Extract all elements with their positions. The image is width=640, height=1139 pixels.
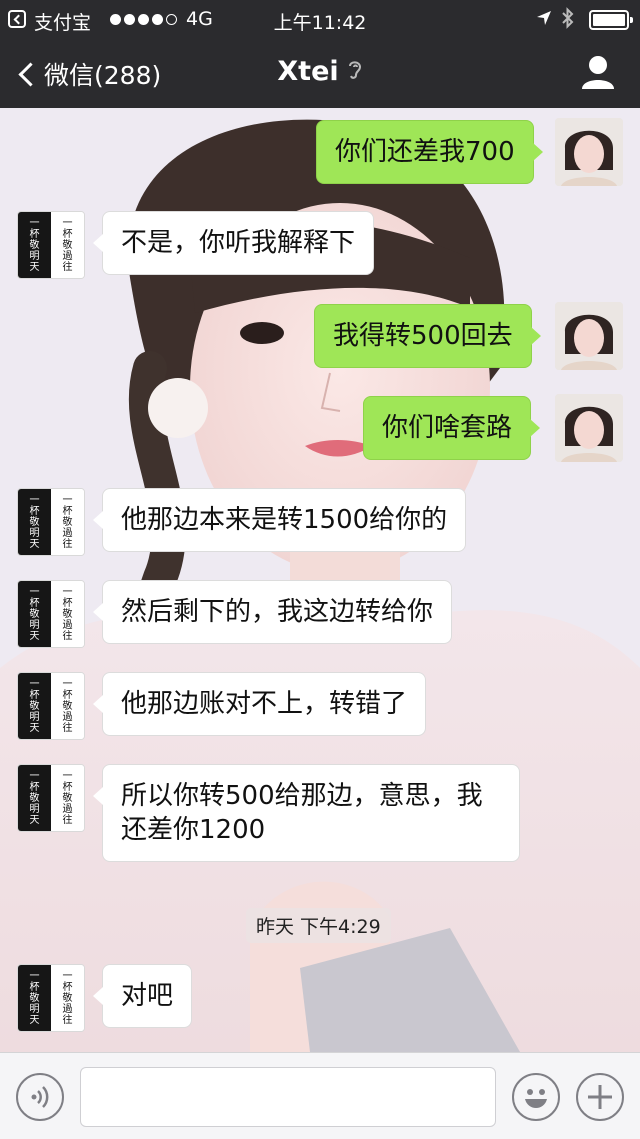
bluetooth-icon [561, 7, 575, 34]
avatar-calligraphy-dark: 一杯敬明天 [18, 673, 51, 739]
self-avatar-photo [555, 302, 623, 370]
status-bar: 支付宝 4G 上午11:42 [0, 0, 640, 40]
message-timestamp: 昨天 下午4:29 [246, 908, 391, 943]
contact-avatar[interactable]: 一杯敬明天 一杯敬過往 [17, 672, 85, 740]
plus-icon [588, 1085, 612, 1109]
my-avatar[interactable] [555, 302, 623, 370]
contact-avatar[interactable]: 一杯敬明天 一杯敬過往 [17, 580, 85, 648]
contact-avatar[interactable]: 一杯敬明天 一杯敬過往 [17, 488, 85, 556]
chat-area[interactable]: 你们还差我700 一杯敬明天 一杯敬過往 不是，你听我解释下 我得转500回去 … [0, 108, 640, 1052]
message-bubble-outgoing[interactable]: 你们还差我700 [316, 120, 543, 184]
avatar-calligraphy-light: 一杯敬過往 [51, 581, 84, 647]
voice-icon [31, 1086, 49, 1108]
battery-icon [589, 10, 633, 30]
message-bubble-incoming[interactable]: 然后剩下的，我这边转给你 [92, 580, 453, 644]
message-bubble-incoming[interactable]: 他那边本来是转1500给你的 [92, 488, 467, 552]
my-avatar[interactable] [555, 394, 623, 462]
contact-avatar[interactable]: 一杯敬明天 一杯敬過往 [17, 764, 85, 832]
message-bubble-outgoing[interactable]: 我得转500回去 [314, 304, 541, 368]
avatar-calligraphy-light: 一杯敬過往 [51, 965, 84, 1031]
avatar-calligraphy-light: 一杯敬過往 [51, 673, 84, 739]
chat-title-container: Xtei [0, 56, 640, 87]
contact-avatar[interactable]: 一杯敬明天 一杯敬過往 [17, 964, 85, 1032]
emoji-icon [525, 1089, 547, 1108]
chat-header: 微信(288) Xtei [0, 40, 640, 108]
message-bubble-incoming[interactable]: 不是，你听我解释下 [92, 211, 375, 275]
self-avatar-photo [555, 118, 623, 186]
avatar-calligraphy-dark: 一杯敬明天 [18, 765, 51, 831]
self-avatar-photo [555, 394, 623, 462]
avatar-calligraphy-light: 一杯敬過往 [51, 489, 84, 555]
plus-button[interactable] [576, 1073, 624, 1121]
my-avatar[interactable] [555, 118, 623, 186]
contact-avatar[interactable]: 一杯敬明天 一杯敬過往 [17, 211, 85, 279]
message-bubble-incoming[interactable]: 他那边账对不上，转错了 [92, 672, 427, 736]
message-bubble-incoming[interactable]: 所以你转500给那边，意思，我 还差你1200 [93, 764, 520, 862]
avatar-calligraphy-dark: 一杯敬明天 [18, 212, 51, 278]
chat-title: Xtei [277, 56, 339, 87]
message-input[interactable] [80, 1067, 496, 1127]
voice-button[interactable] [16, 1073, 64, 1121]
avatar-calligraphy-dark: 一杯敬明天 [18, 965, 51, 1031]
avatar-calligraphy-dark: 一杯敬明天 [18, 581, 51, 647]
message-bubble-incoming[interactable]: 对吧 [92, 964, 193, 1028]
location-arrow-icon [536, 9, 552, 31]
profile-icon[interactable] [580, 54, 616, 92]
avatar-calligraphy-light: 一杯敬過往 [51, 765, 84, 831]
message-bubble-outgoing[interactable]: 你们啥套路 [363, 396, 541, 460]
avatar-calligraphy-dark: 一杯敬明天 [18, 489, 51, 555]
avatar-calligraphy-light: 一杯敬過往 [51, 212, 84, 278]
emoji-button[interactable] [512, 1073, 560, 1121]
input-bar [0, 1052, 640, 1139]
ear-icon [347, 58, 363, 85]
